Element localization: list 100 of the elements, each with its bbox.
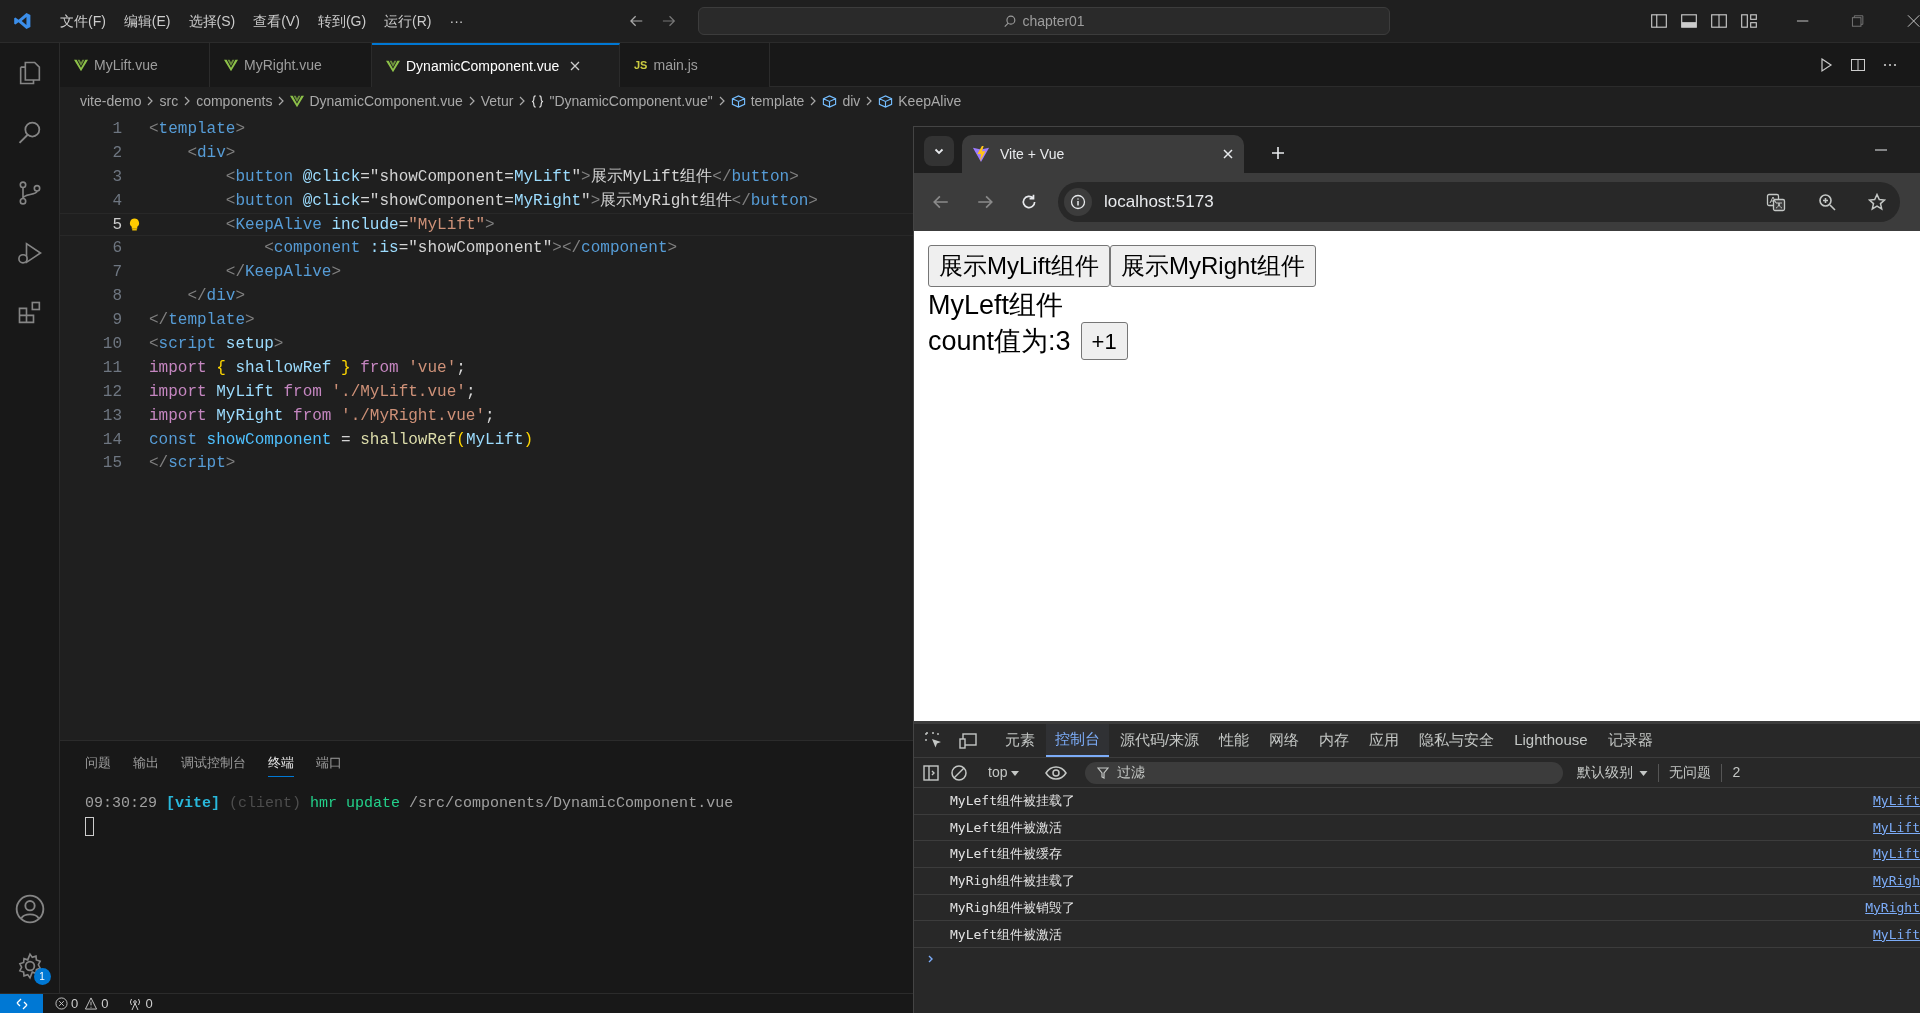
panel-tab[interactable]: 调试控制台 bbox=[181, 753, 246, 777]
issues-button[interactable]: 无问题 bbox=[1669, 762, 1712, 783]
panel-toggle-icon[interactable] bbox=[1680, 12, 1699, 30]
run-icon[interactable] bbox=[1818, 56, 1834, 73]
breadcrumb-item[interactable]: src bbox=[159, 90, 179, 112]
menu-item[interactable]: 转到(G) bbox=[309, 10, 375, 32]
devtools-tab[interactable]: 源代码/来源 bbox=[1111, 724, 1209, 757]
menu-item[interactable]: 选择(S) bbox=[180, 10, 244, 32]
ports-status[interactable]: 0 bbox=[128, 993, 153, 1013]
lightning-logo-icon bbox=[972, 145, 990, 163]
devtools-tab[interactable]: 元素 bbox=[996, 724, 1044, 757]
account-icon[interactable] bbox=[13, 893, 46, 925]
breadcrumb-item[interactable]: vite-demo bbox=[80, 90, 142, 112]
source-link[interactable]: MyRigh bbox=[1873, 871, 1920, 891]
address-bar[interactable]: localhost:5173 bbox=[1058, 182, 1900, 222]
console-message: MyLeft组件被激活 bbox=[950, 925, 1062, 944]
devtools-tab[interactable]: 网络 bbox=[1260, 724, 1309, 757]
close-icon[interactable] bbox=[1222, 148, 1234, 160]
breadcrumb-item[interactable]: components bbox=[196, 90, 273, 112]
split-editor-icon[interactable] bbox=[1850, 56, 1866, 73]
console-message: MyLeft组件被激活 bbox=[950, 818, 1062, 837]
eye-icon[interactable] bbox=[1045, 763, 1068, 782]
filter-field[interactable]: 过滤 bbox=[1085, 761, 1564, 784]
editor-tab[interactable]: JS main.js bbox=[620, 43, 770, 87]
remote-button[interactable] bbox=[0, 993, 43, 1013]
warning-icon bbox=[84, 997, 99, 1010]
layout-icon[interactable] bbox=[1740, 12, 1759, 30]
breadcrumb-item[interactable]: template bbox=[730, 90, 805, 112]
code-line: const showComponent = shallowRef(MyLift) bbox=[148, 429, 534, 451]
panel-tab[interactable]: 终端 bbox=[268, 753, 294, 777]
zoom-icon[interactable] bbox=[1818, 193, 1836, 211]
v-logo-icon bbox=[74, 58, 88, 72]
sidebar-toggle-icon[interactable] bbox=[1650, 12, 1669, 30]
devtools-tab[interactable]: Lighthouse bbox=[1505, 724, 1597, 757]
menu-item[interactable]: 查看(V) bbox=[245, 10, 308, 32]
secondary-sidebar-icon[interactable] bbox=[1710, 12, 1729, 30]
editor-tab[interactable]: DynamicComponent.vue bbox=[372, 43, 620, 87]
page-button[interactable]: 展示MyRight组件 bbox=[1110, 245, 1317, 287]
forward-arrow-icon[interactable] bbox=[660, 13, 676, 29]
count-text: count值为:3 bbox=[928, 325, 1071, 358]
source-link[interactable]: MyLift bbox=[1873, 924, 1920, 945]
breadcrumb-item[interactable]: Vetur bbox=[480, 90, 514, 112]
devtools-tab[interactable]: 控制台 bbox=[1046, 724, 1109, 757]
bookmark-star-icon[interactable] bbox=[1868, 193, 1886, 211]
close-icon[interactable] bbox=[1906, 14, 1920, 28]
breadcrumb-item[interactable]: "DynamicComponent.vue" bbox=[531, 90, 713, 112]
cube-icon bbox=[730, 93, 746, 109]
browser-tab[interactable]: Vite + Vue bbox=[962, 135, 1244, 173]
panel-tab[interactable]: 输出 bbox=[133, 753, 159, 777]
close-icon[interactable] bbox=[569, 60, 582, 72]
cube-icon bbox=[822, 93, 838, 109]
panel-tab[interactable]: 端口 bbox=[316, 753, 342, 777]
restore-icon[interactable] bbox=[1851, 14, 1865, 28]
info-icon[interactable] bbox=[1070, 194, 1086, 210]
line-number: 6 bbox=[111, 238, 122, 260]
sidebar-toggle-icon[interactable] bbox=[922, 763, 940, 782]
source-link[interactable]: MyLift bbox=[1873, 791, 1920, 811]
devtools-tab[interactable]: 隐私与安全 bbox=[1410, 724, 1504, 757]
command-search-field[interactable]: chapter01 bbox=[697, 7, 1391, 35]
search-icon bbox=[1003, 14, 1018, 28]
source-link[interactable]: MyLift bbox=[1873, 844, 1920, 864]
page-button[interactable]: 展示MyLift组件 bbox=[928, 245, 1110, 287]
clear-console-icon[interactable] bbox=[950, 763, 968, 782]
devtools-tab[interactable]: 内存 bbox=[1310, 724, 1359, 757]
menu-item[interactable]: 编辑(E) bbox=[115, 10, 179, 32]
line-number: 12 bbox=[101, 381, 122, 403]
code-line: </template> bbox=[148, 310, 255, 332]
context-dropdown[interactable]: top bbox=[988, 762, 1020, 783]
panel-tab[interactable]: 问题 bbox=[85, 753, 111, 777]
increment-button[interactable]: +1 bbox=[1080, 322, 1128, 361]
line-number: 8 bbox=[111, 286, 122, 308]
reload-icon[interactable] bbox=[1020, 193, 1038, 211]
js-file-icon: JS bbox=[634, 56, 648, 74]
breadcrumb-item[interactable]: DynamicComponent.vue bbox=[290, 90, 463, 112]
back-arrow-icon[interactable] bbox=[628, 13, 644, 29]
code-line: import { shallowRef } from 'vue'; bbox=[148, 357, 466, 379]
back-arrow-icon[interactable] bbox=[932, 193, 950, 211]
log-level-dropdown[interactable]: 默认级别 bbox=[1577, 762, 1649, 783]
tab-list-button[interactable] bbox=[924, 136, 954, 166]
device-toolbar-icon[interactable] bbox=[958, 730, 978, 751]
devtools-tab[interactable]: 应用 bbox=[1360, 724, 1409, 757]
editor-tab[interactable]: MyLift.vue bbox=[60, 43, 210, 87]
menu-item[interactable]: ··· bbox=[441, 10, 472, 32]
translate-icon[interactable] bbox=[1766, 192, 1786, 212]
devtools-tab[interactable]: 记录器 bbox=[1598, 724, 1662, 757]
line-number: 7 bbox=[111, 262, 122, 284]
breadcrumb-item[interactable]: KeepAlive bbox=[878, 90, 962, 112]
filter-input[interactable]: 过滤 bbox=[1117, 762, 1518, 783]
forward-arrow-icon[interactable] bbox=[976, 193, 994, 211]
notification-badge: 1 bbox=[33, 968, 51, 985]
menu-item[interactable]: 文件(F) bbox=[51, 10, 114, 32]
breadcrumb-item[interactable]: div bbox=[822, 90, 861, 112]
source-link[interactable]: MyLift bbox=[1873, 817, 1920, 838]
problems-status[interactable]: 0 0 bbox=[55, 993, 109, 1013]
editor-tab[interactable]: MyRight.vue bbox=[210, 43, 372, 87]
source-link[interactable]: MyRight bbox=[1865, 897, 1920, 918]
lightbulb-icon[interactable] bbox=[129, 218, 140, 231]
devtools-tab[interactable]: 性能 bbox=[1210, 724, 1259, 757]
menu-item[interactable]: 运行(R) bbox=[376, 10, 440, 32]
new-tab-icon[interactable] bbox=[1270, 145, 1286, 161]
